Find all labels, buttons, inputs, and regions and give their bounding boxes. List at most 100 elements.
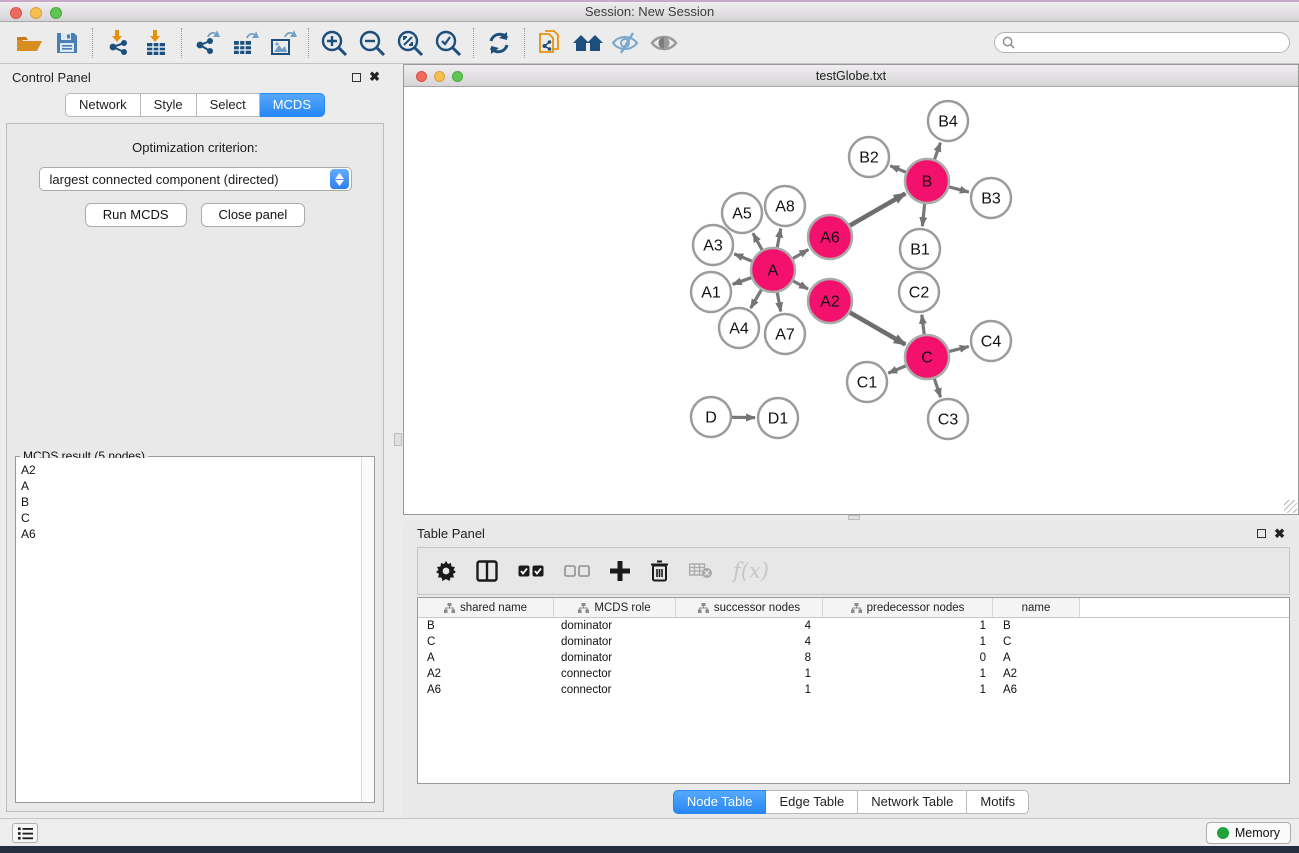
graph-edge-A-A4[interactable] bbox=[751, 290, 762, 308]
zoom-fit-button[interactable] bbox=[391, 25, 429, 61]
graph-edge-A6-B[interactable] bbox=[850, 193, 905, 225]
show-panel-button[interactable] bbox=[645, 25, 683, 61]
table-cell[interactable]: A2 bbox=[993, 668, 1080, 680]
table-cell[interactable]: 1 bbox=[823, 684, 993, 696]
table-cell[interactable]: dominator bbox=[554, 636, 676, 648]
column-header-shared-name[interactable]: shared name bbox=[418, 598, 554, 617]
tab-edge-table[interactable]: Edge Table bbox=[766, 790, 858, 814]
table-cell[interactable]: 1 bbox=[823, 620, 993, 632]
table-cell[interactable]: 8 bbox=[676, 652, 823, 664]
result-item[interactable]: A6 bbox=[21, 526, 360, 542]
task-history-button[interactable] bbox=[12, 823, 38, 843]
table-row[interactable]: A2connector11A2 bbox=[418, 666, 1289, 682]
table-cell[interactable]: 4 bbox=[676, 636, 823, 648]
table-settings-button[interactable] bbox=[436, 561, 456, 581]
search-field[interactable] bbox=[994, 32, 1290, 53]
save-session-button[interactable] bbox=[48, 25, 86, 61]
table-cell[interactable]: 1 bbox=[823, 636, 993, 648]
zoom-selected-button[interactable] bbox=[429, 25, 467, 61]
close-panel-icon[interactable]: ✖ bbox=[369, 72, 380, 82]
result-item[interactable]: C bbox=[21, 510, 360, 526]
table-cell[interactable]: A6 bbox=[993, 684, 1080, 696]
table-cell[interactable]: C bbox=[993, 636, 1080, 648]
tab-network-table[interactable]: Network Table bbox=[858, 790, 967, 814]
graph-edge-B-B2[interactable] bbox=[890, 166, 905, 172]
float-panel-icon[interactable] bbox=[1257, 529, 1266, 538]
import-network-button[interactable] bbox=[99, 25, 137, 61]
search-input[interactable] bbox=[1019, 36, 1289, 50]
delete-column-button[interactable] bbox=[650, 560, 669, 582]
open-session-button[interactable] bbox=[10, 25, 48, 61]
export-table-button[interactable] bbox=[226, 25, 264, 61]
graph-edge-A-A7[interactable] bbox=[777, 293, 781, 312]
tab-network[interactable]: Network bbox=[65, 93, 141, 117]
zoom-in-button[interactable] bbox=[315, 25, 353, 61]
run-mcds-button[interactable]: Run MCDS bbox=[85, 203, 187, 227]
column-manager-button[interactable] bbox=[476, 560, 498, 582]
graph-edge-A-A2[interactable] bbox=[793, 281, 808, 289]
graph-edge-C-C2[interactable] bbox=[922, 315, 924, 334]
table-row[interactable]: A6connector11A6 bbox=[418, 682, 1289, 698]
hide-panel-button[interactable] bbox=[607, 25, 645, 61]
add-column-button[interactable] bbox=[610, 561, 630, 581]
table-cell[interactable]: A bbox=[418, 652, 554, 664]
result-item[interactable]: A bbox=[21, 478, 360, 494]
graph-edge-B-B3[interactable] bbox=[949, 187, 969, 192]
column-header-successor-nodes[interactable]: successor nodes bbox=[676, 598, 823, 617]
table-cell[interactable]: 1 bbox=[676, 684, 823, 696]
window-controls[interactable] bbox=[10, 7, 62, 19]
network-window-controls[interactable] bbox=[416, 71, 463, 82]
table-row[interactable]: Bdominator41B bbox=[418, 618, 1289, 634]
table-cell[interactable]: connector bbox=[554, 684, 676, 696]
column-header-MCDS-role[interactable]: MCDS role bbox=[554, 598, 676, 617]
graph-edge-C-C1[interactable] bbox=[888, 366, 906, 373]
table-cell[interactable]: B bbox=[993, 620, 1080, 632]
table-cell[interactable]: dominator bbox=[554, 652, 676, 664]
splitter-handle[interactable] bbox=[394, 433, 402, 446]
minimize-window-button[interactable] bbox=[30, 7, 42, 19]
graph-edge-A2-C[interactable] bbox=[850, 312, 905, 344]
splitter-handle[interactable] bbox=[848, 515, 860, 520]
table-cell[interactable]: C bbox=[418, 636, 554, 648]
deselect-all-button[interactable] bbox=[564, 565, 590, 578]
table-row[interactable]: Adominator80A bbox=[418, 650, 1289, 666]
table-cell[interactable]: 1 bbox=[676, 668, 823, 680]
tab-node-table[interactable]: Node Table bbox=[673, 790, 767, 814]
horizontal-splitter[interactable] bbox=[403, 515, 1299, 521]
home-button[interactable] bbox=[569, 25, 607, 61]
table-row[interactable]: Cdominator41C bbox=[418, 634, 1289, 650]
close-window-button[interactable] bbox=[10, 7, 22, 19]
memory-button[interactable]: Memory bbox=[1206, 822, 1291, 844]
close-panel-button[interactable]: Close panel bbox=[201, 203, 306, 227]
maximize-window-button[interactable] bbox=[50, 7, 62, 19]
clone-network-button[interactable] bbox=[531, 25, 569, 61]
graph-edge-A-A1[interactable] bbox=[733, 278, 752, 285]
graph-edge-A-A6[interactable] bbox=[793, 250, 808, 259]
result-scrollbar[interactable] bbox=[361, 457, 374, 802]
optimization-criterion-select[interactable]: largest connected component (directed) bbox=[39, 167, 352, 191]
table-cell[interactable]: 0 bbox=[823, 652, 993, 664]
table-cell[interactable]: A6 bbox=[418, 684, 554, 696]
network-canvas[interactable]: B4B2BB3A5A8A6A3B1AA1C2A2A4A7C4CC1DD1C3 bbox=[404, 87, 1298, 514]
graph-edge-A-A3[interactable] bbox=[734, 254, 752, 261]
table-cell[interactable]: dominator bbox=[554, 620, 676, 632]
graph-edge-C-C4[interactable] bbox=[949, 347, 968, 352]
table-cell[interactable]: B bbox=[418, 620, 554, 632]
maximize-network-button[interactable] bbox=[452, 71, 463, 82]
table-cell[interactable]: A bbox=[993, 652, 1080, 664]
result-item[interactable]: B bbox=[21, 494, 360, 510]
column-header-name[interactable]: name bbox=[993, 598, 1080, 617]
graph-edge-B-B1[interactable] bbox=[922, 204, 924, 226]
table-cell[interactable]: 1 bbox=[823, 668, 993, 680]
graph-edge-A-A8[interactable] bbox=[777, 229, 781, 248]
vertical-splitter[interactable] bbox=[390, 64, 403, 818]
export-image-button[interactable] bbox=[264, 25, 302, 61]
tab-motifs[interactable]: Motifs bbox=[967, 790, 1029, 814]
close-panel-icon[interactable]: ✖ bbox=[1274, 529, 1285, 539]
float-panel-icon[interactable] bbox=[352, 73, 361, 82]
graph-edge-A-A5[interactable] bbox=[753, 233, 762, 250]
graph-edge-C-C3[interactable] bbox=[934, 379, 940, 397]
result-item[interactable]: A2 bbox=[21, 462, 360, 478]
close-network-button[interactable] bbox=[416, 71, 427, 82]
minimize-network-button[interactable] bbox=[434, 71, 445, 82]
